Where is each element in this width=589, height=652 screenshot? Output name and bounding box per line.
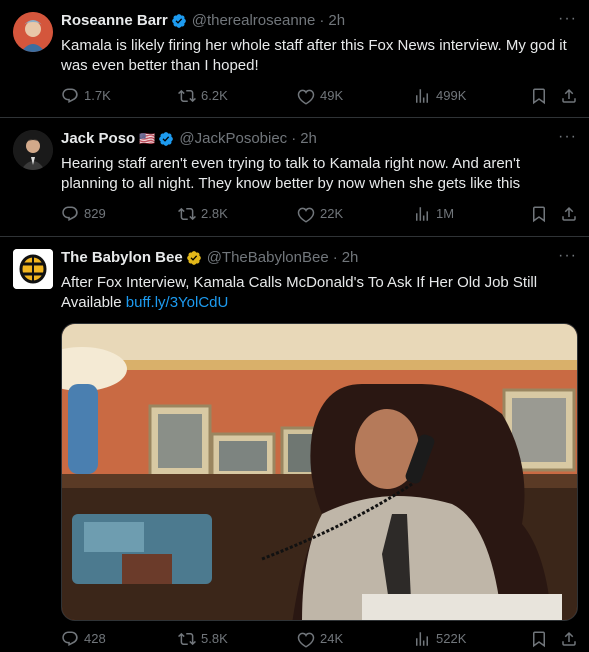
like-icon	[297, 630, 315, 648]
separator-dot: ·	[291, 130, 297, 147]
bookmark-icon[interactable]	[530, 205, 548, 223]
tweet-jackposo[interactable]: Jack Poso 🇺🇸 @JackPosobiec · 2h ··· Hear…	[0, 118, 589, 237]
views-icon	[413, 630, 431, 648]
tweet-text: Kamala is likely firing her whole staff …	[61, 37, 567, 74]
reply-button[interactable]: 829	[61, 205, 106, 223]
action-bar: 829 2.8K 22K 1M	[61, 205, 579, 225]
avatar[interactable]	[13, 249, 53, 289]
separator-dot: ·	[332, 249, 338, 266]
views-icon	[413, 87, 431, 105]
reply-count: 829	[84, 206, 106, 221]
reply-count: 1.7K	[84, 88, 111, 103]
timestamp[interactable]: 2h	[328, 12, 345, 29]
tweet-header: Jack Poso 🇺🇸 @JackPosobiec · 2h	[61, 130, 317, 147]
author-name[interactable]: The Babylon Bee	[61, 249, 183, 266]
like-icon	[297, 87, 315, 105]
retweet-button[interactable]: 2.8K	[178, 205, 228, 223]
separator-dot: ·	[319, 12, 325, 29]
timestamp[interactable]: 2h	[342, 249, 359, 266]
views-count: 1M	[436, 206, 455, 221]
retweet-count: 2.8K	[201, 206, 228, 221]
like-count: 49K	[320, 88, 344, 103]
views-button[interactable]: 522K	[413, 630, 466, 648]
more-icon[interactable]: ···	[558, 128, 577, 146]
retweet-button[interactable]: 6.2K	[178, 87, 228, 105]
reply-button[interactable]: 428	[61, 630, 106, 648]
like-count: 24K	[320, 631, 344, 646]
avatar[interactable]	[13, 130, 53, 170]
verified-badge-icon[interactable]	[171, 13, 187, 29]
tweet-text: After Fox Interview, Kamala Calls McDona…	[61, 273, 571, 313]
views-count: 522K	[436, 631, 467, 646]
views-count: 499K	[436, 88, 467, 103]
author-handle[interactable]: @TheBabylonBee	[207, 249, 329, 266]
views-icon	[413, 205, 431, 223]
more-icon[interactable]: ···	[558, 247, 577, 265]
like-button[interactable]: 24K	[297, 630, 343, 648]
reply-icon	[61, 205, 79, 223]
more-icon[interactable]: ···	[558, 10, 577, 28]
verified-badge-icon[interactable]	[186, 250, 202, 266]
author-handle[interactable]: @therealroseanne	[192, 12, 316, 29]
views-button[interactable]: 499K	[413, 87, 466, 105]
us-flag-icon: 🇺🇸	[139, 130, 156, 146]
timestamp[interactable]: 2h	[300, 130, 317, 147]
verified-badge-icon[interactable]	[158, 131, 174, 147]
reply-count: 428	[84, 631, 106, 646]
share-icon[interactable]	[560, 205, 578, 223]
share-icon[interactable]	[560, 630, 578, 648]
action-bar: 1.7K 6.2K 49K 499K	[61, 87, 579, 107]
author-handle[interactable]: @JackPosobiec	[179, 130, 287, 147]
retweet-count: 6.2K	[201, 88, 228, 103]
tweet-header: Roseanne Barr @therealroseanne · 2h	[61, 12, 345, 29]
like-button[interactable]: 49K	[297, 87, 343, 105]
retweet-icon	[178, 630, 196, 648]
reply-icon	[61, 630, 79, 648]
tweet-roseanne[interactable]: Roseanne Barr @therealroseanne · 2h ··· …	[0, 0, 589, 118]
like-icon	[297, 205, 315, 223]
retweet-count: 5.8K	[201, 631, 228, 646]
views-button[interactable]: 1M	[413, 205, 454, 223]
like-button[interactable]: 22K	[297, 205, 343, 223]
bookmark-icon[interactable]	[530, 630, 548, 648]
action-bar: 428 5.8K 24K 522K	[61, 630, 579, 650]
bookmark-icon[interactable]	[530, 87, 548, 105]
reply-icon	[61, 87, 79, 105]
tweet-header: The Babylon Bee @TheBabylonBee · 2h	[61, 249, 358, 266]
author-name[interactable]: Jack Poso	[61, 130, 135, 147]
tweet-text: Hearing staff aren't even trying to talk…	[61, 155, 521, 192]
retweet-button[interactable]: 5.8K	[178, 630, 228, 648]
avatar[interactable]	[13, 12, 53, 52]
reply-button[interactable]: 1.7K	[61, 87, 111, 105]
share-icon[interactable]	[560, 87, 578, 105]
retweet-icon	[178, 87, 196, 105]
retweet-icon	[178, 205, 196, 223]
tweet-media-image[interactable]	[61, 323, 578, 621]
like-count: 22K	[320, 206, 344, 221]
tweet-link[interactable]: buff.ly/3YolCdU	[126, 294, 229, 311]
author-name[interactable]: Roseanne Barr	[61, 12, 168, 29]
